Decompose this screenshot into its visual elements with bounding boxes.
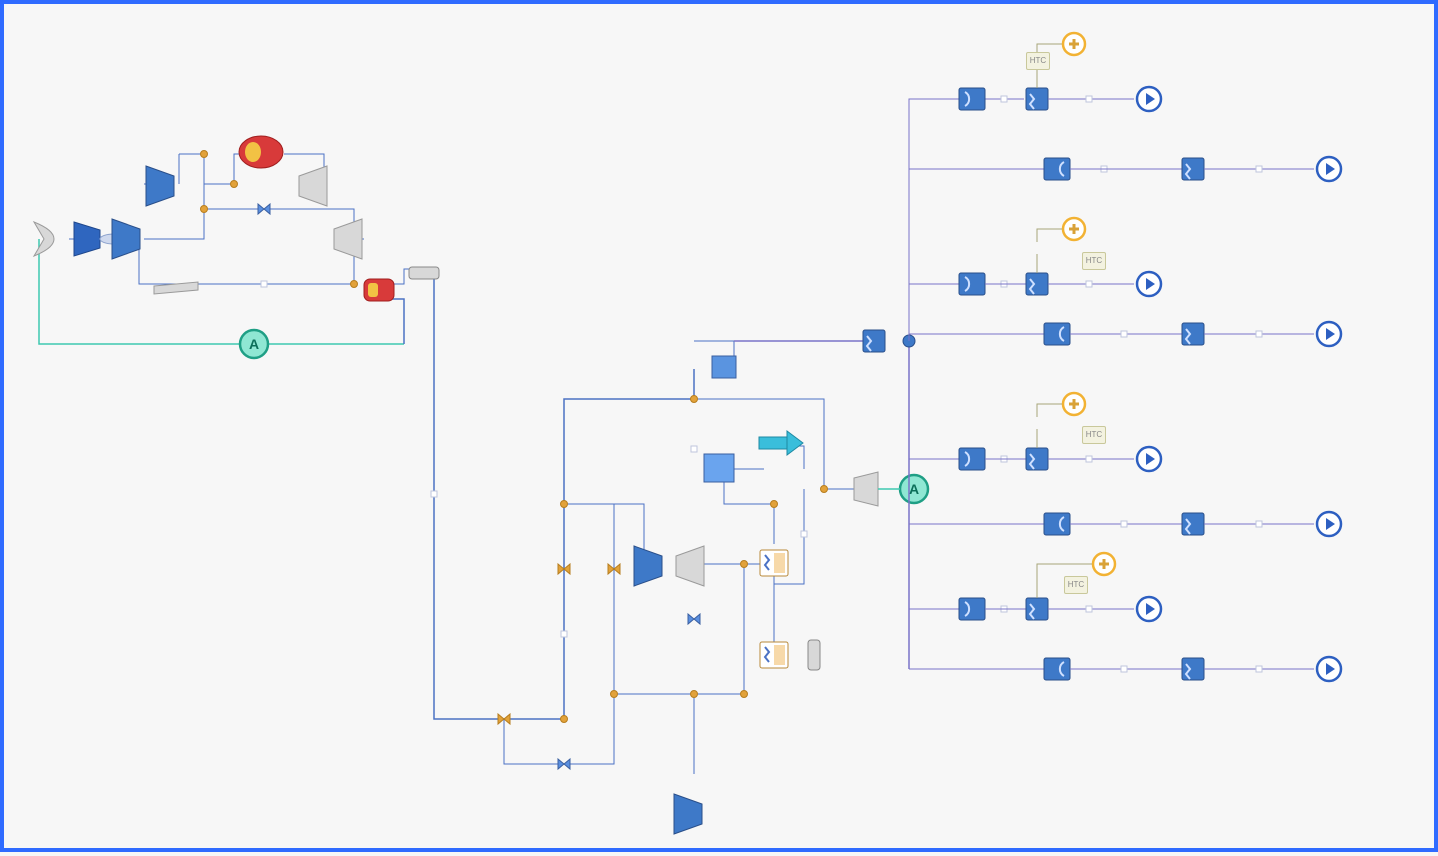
combustor-1-icon[interactable] — [239, 136, 283, 168]
htc-box-2[interactable]: HTC — [1082, 252, 1106, 270]
tank-icon[interactable] — [712, 356, 736, 378]
turbine-2-icon[interactable] — [334, 219, 362, 259]
outlet-fan-icon[interactable] — [674, 794, 702, 834]
right-cluster[interactable] — [909, 33, 1341, 681]
pump-fan-icon[interactable] — [759, 431, 803, 455]
compressor-1-icon[interactable] — [112, 219, 140, 259]
left-cluster[interactable] — [34, 136, 439, 358]
pipe-main-drop — [434, 274, 464, 719]
nozzle-icon[interactable] — [854, 472, 878, 506]
heat-exchanger-1-icon[interactable] — [760, 550, 788, 576]
diagram-svg[interactable]: A — [4, 4, 1438, 856]
monitor-center-icon[interactable] — [900, 475, 928, 503]
trunk-hx-icon[interactable] — [863, 330, 885, 352]
turbine-c-icon[interactable] — [676, 546, 704, 586]
htc-box-1[interactable]: HTC — [1026, 52, 1050, 70]
monitor-left-icon[interactable] — [240, 330, 268, 358]
center-cluster[interactable] — [464, 341, 928, 834]
combustor-2-icon[interactable] — [364, 279, 394, 301]
turbine-1-icon[interactable] — [299, 166, 327, 206]
duct-filter-icon[interactable] — [409, 267, 439, 279]
diagram-frame: { "diagram": { "type": "process-flow-sch… — [0, 0, 1438, 852]
compressor-c-icon[interactable] — [634, 546, 662, 586]
inlet-icon[interactable] — [34, 222, 54, 256]
reservoir-icon[interactable] — [704, 454, 734, 482]
compressor-2-icon[interactable] — [146, 166, 174, 206]
heat-exchanger-2-icon[interactable] — [760, 642, 788, 668]
htc-box-4[interactable]: HTC — [1064, 576, 1088, 594]
htc-box-3[interactable]: HTC — [1082, 426, 1106, 444]
filter-c-icon[interactable] — [808, 640, 820, 670]
